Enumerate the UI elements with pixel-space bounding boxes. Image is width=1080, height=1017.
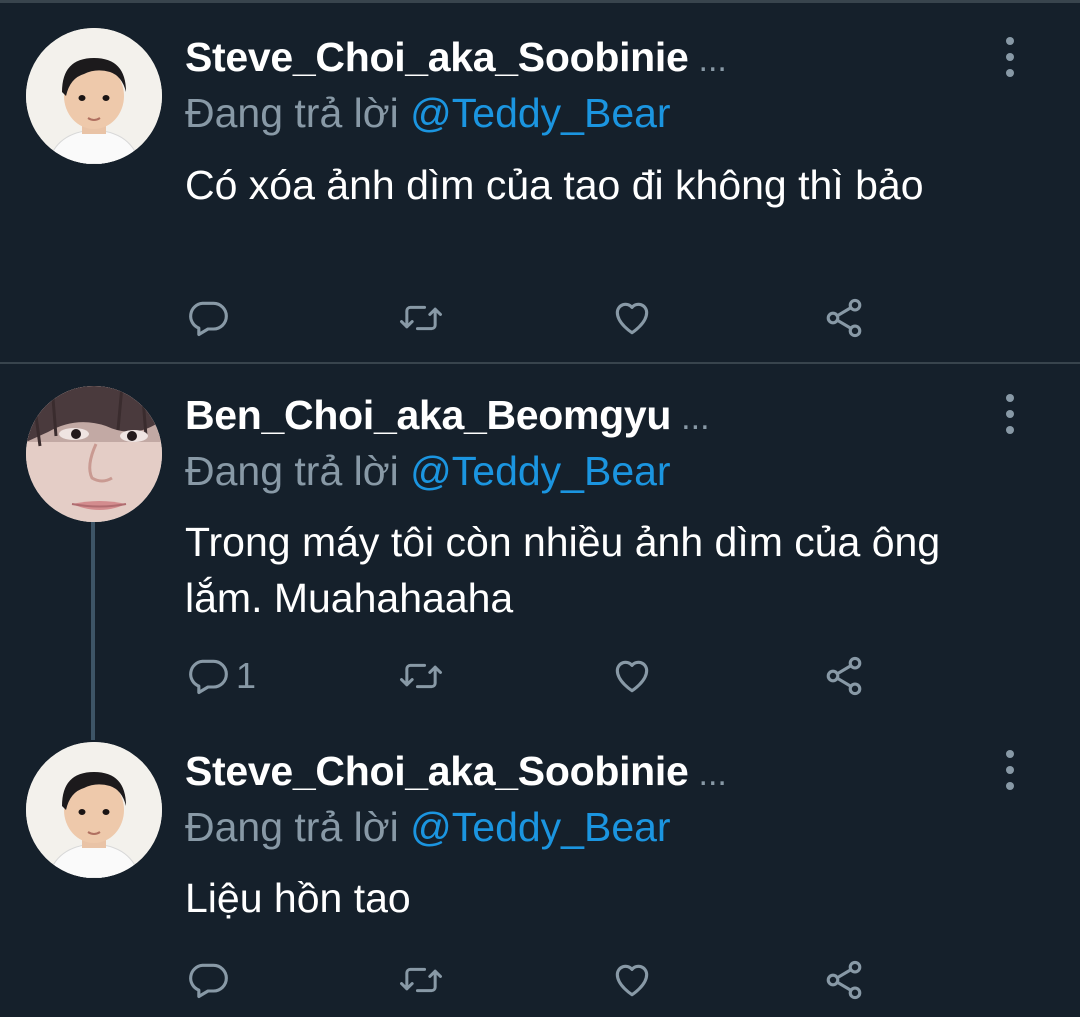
- tweet-1[interactable]: Steve_Choi_aka_Soobinie ... Đang trả lời…: [0, 0, 1080, 362]
- tweet-3[interactable]: Steve_Choi_aka_Soobinie ... Đang trả lời…: [0, 720, 1080, 1017]
- name-ellipsis: ...: [698, 755, 727, 793]
- more-options-icon[interactable]: [996, 37, 1024, 77]
- retweet-button[interactable]: [398, 652, 444, 700]
- retweet-button[interactable]: [398, 294, 444, 342]
- share-icon: [826, 656, 862, 696]
- retweet-icon: [400, 305, 442, 331]
- avatar[interactable]: [26, 742, 162, 878]
- author-row: Steve_Choi_aka_Soobinie ...: [185, 34, 727, 84]
- reply-button[interactable]: [186, 294, 236, 342]
- replying-to: Đang trả lời @Teddy_Bear: [185, 804, 671, 851]
- name-ellipsis: ...: [698, 41, 727, 79]
- avatar[interactable]: [26, 28, 162, 164]
- like-icon: [615, 302, 649, 335]
- share-button[interactable]: [822, 294, 866, 342]
- replying-to-label: Đang trả lời: [185, 448, 399, 494]
- reply-icon: [189, 963, 228, 999]
- tweet-text: Trong máy tôi còn nhiều ảnh dìm của ông …: [185, 519, 941, 621]
- author-name[interactable]: Steve_Choi_aka_Soobinie: [185, 748, 689, 795]
- reply-icon: [189, 659, 228, 695]
- retweet-button[interactable]: [398, 956, 444, 1004]
- replying-to-label: Đang trả lời: [185, 90, 399, 136]
- share-icon: [826, 298, 862, 338]
- avatar[interactable]: [26, 386, 162, 522]
- like-button[interactable]: [610, 956, 654, 1004]
- more-options-icon[interactable]: [996, 394, 1024, 434]
- reply-icon: [189, 301, 228, 337]
- reply-button[interactable]: [186, 956, 236, 1004]
- like-icon: [615, 964, 649, 997]
- name-ellipsis: ...: [681, 399, 710, 437]
- author-name[interactable]: Steve_Choi_aka_Soobinie: [185, 34, 689, 81]
- tweet-2[interactable]: Ben_Choi_aka_Beomgyu ... Đang trả lời @T…: [0, 364, 1080, 720]
- action-bar: [0, 294, 1080, 342]
- share-button[interactable]: [822, 652, 866, 700]
- mention-link[interactable]: @Teddy_Bear: [410, 448, 670, 494]
- retweet-icon: [400, 663, 442, 689]
- tweet-text: Liệu hồn tao: [185, 875, 411, 921]
- author-name[interactable]: Ben_Choi_aka_Beomgyu: [185, 392, 671, 439]
- share-icon: [826, 960, 862, 1000]
- reply-count: 1: [236, 655, 257, 696]
- like-button[interactable]: [610, 294, 654, 342]
- retweet-icon: [400, 967, 442, 993]
- author-row: Steve_Choi_aka_Soobinie ...: [185, 748, 727, 798]
- author-row: Ben_Choi_aka_Beomgyu ...: [185, 392, 710, 442]
- share-button[interactable]: [822, 956, 866, 1004]
- mention-link[interactable]: @Teddy_Bear: [410, 804, 670, 850]
- mention-link[interactable]: @Teddy_Bear: [410, 90, 670, 136]
- tweet-text: Có xóa ảnh dìm của tao đi không thì bảo: [185, 162, 924, 208]
- like-icon: [615, 660, 649, 693]
- replying-to: Đang trả lời @Teddy_Bear: [185, 90, 671, 137]
- action-bar: [0, 956, 1080, 1004]
- action-bar: 1: [0, 652, 1080, 700]
- replying-to: Đang trả lời @Teddy_Bear: [185, 448, 671, 495]
- reply-button[interactable]: 1: [186, 652, 256, 700]
- replying-to-label: Đang trả lời: [185, 804, 399, 850]
- like-button[interactable]: [610, 652, 654, 700]
- more-options-icon[interactable]: [996, 750, 1024, 790]
